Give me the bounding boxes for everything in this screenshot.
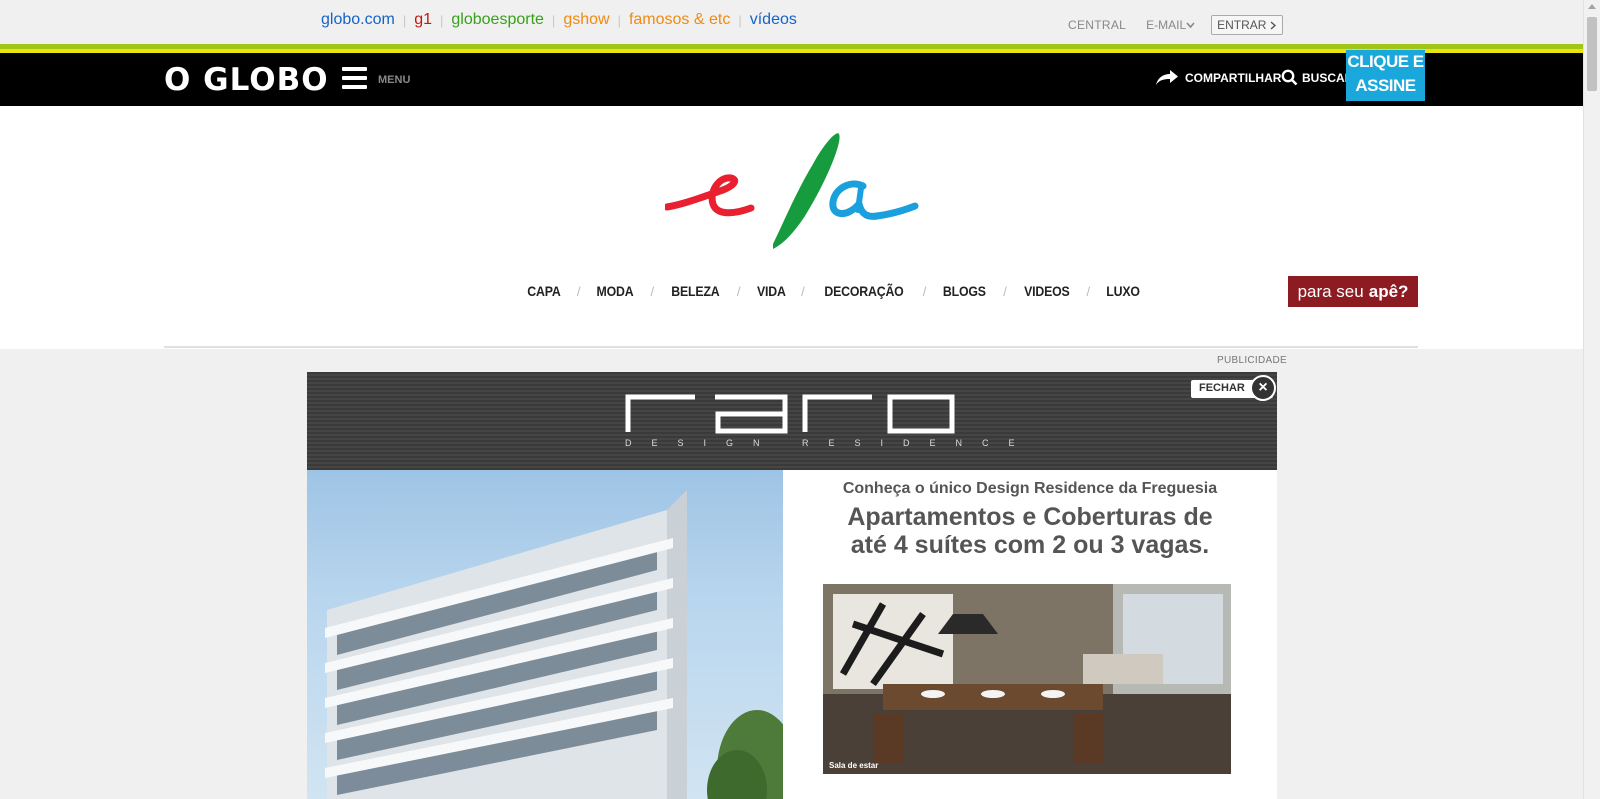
nav-divider: / xyxy=(801,283,805,299)
share-label: COMPARTILHAR xyxy=(1185,70,1282,85)
share-arrow-icon xyxy=(1156,70,1178,85)
nav-divider: / xyxy=(650,283,655,299)
link-famosos[interactable]: famosos & etc xyxy=(629,11,730,29)
nav-vida[interactable]: VIDA xyxy=(756,283,785,299)
separator: | xyxy=(617,12,621,28)
account-links: CENTRAL E-MAIL ENTRAR xyxy=(1068,15,1284,35)
nav-decoracao[interactable]: DECORAÇÃO xyxy=(824,283,903,299)
ad-headline-line-2: até 4 suítes com 2 ou 3 vagas. xyxy=(850,531,1210,559)
ad-headline: Apartamentos e Coberturas de até 4 suíte… xyxy=(783,503,1277,559)
ad-copy-area: Conheça o único Design Residence da Freg… xyxy=(783,470,1277,799)
nav-divider: / xyxy=(576,283,581,299)
separator: | xyxy=(440,12,444,28)
building-illustration xyxy=(325,490,783,799)
raro-subtitle: DESIGN RESIDENCE xyxy=(625,438,1035,448)
chevron-down-icon xyxy=(1186,21,1195,28)
link-globo-com[interactable]: globo.com xyxy=(321,11,395,29)
living-room-photo: Sala de estar xyxy=(823,584,1231,774)
living-room-illustration xyxy=(823,584,1231,774)
separator: | xyxy=(402,12,407,28)
scroll-thumb[interactable] xyxy=(1587,17,1597,91)
nav-luxo[interactable]: LUXO xyxy=(1106,283,1140,299)
subscribe-button[interactable]: CLIQUE E ASSINE xyxy=(1346,50,1425,101)
photo-caption: Sala de estar xyxy=(829,761,879,770)
link-gshow[interactable]: gshow xyxy=(563,11,609,29)
main-header: O GLOBO MENU COMPARTILHAR BUSCAR CLIQUE … xyxy=(0,50,1583,106)
nav-capa[interactable]: CAPA xyxy=(527,283,560,299)
share-button[interactable]: COMPARTILHAR xyxy=(1155,69,1281,86)
network-links: globo.com | g1 | globoesporte | gshow | … xyxy=(321,11,797,29)
search-button[interactable]: BUSCAR xyxy=(1281,69,1353,86)
scroll-up-arrow-icon[interactable] xyxy=(1588,4,1596,9)
separator: | xyxy=(738,12,742,28)
link-videos[interactable]: vídeos xyxy=(750,11,797,29)
vertical-scrollbar[interactable] xyxy=(1583,0,1600,799)
separator: | xyxy=(551,12,556,28)
nav-divider-line xyxy=(164,346,1418,348)
menu-label[interactable]: MENU xyxy=(378,74,410,86)
nav-videos[interactable]: VIDEOS xyxy=(1024,283,1070,299)
login-button[interactable]: ENTRAR xyxy=(1211,15,1284,35)
ad-headline-line-1: Apartamentos e Coberturas de xyxy=(847,503,1213,531)
subscribe-line-2: ASSINE xyxy=(1355,76,1416,95)
nav-divider: / xyxy=(1086,283,1091,299)
chevron-right-icon xyxy=(1271,20,1277,30)
o-globo-logo[interactable]: O GLOBO xyxy=(164,62,329,98)
nav-divider: / xyxy=(922,283,927,299)
email-label: E-MAIL xyxy=(1146,18,1187,32)
subscribe-line-1: CLIQUE E xyxy=(1347,52,1424,71)
search-icon xyxy=(1281,69,1298,86)
nav-divider: / xyxy=(736,283,741,299)
ad-subtitle: Conheça o único Design Residence da Freg… xyxy=(842,480,1218,497)
globo-network-bar: globo.com | g1 | globoesporte | gshow | … xyxy=(0,0,1583,44)
ad-header: DESIGN RESIDENCE FECHAR × xyxy=(307,372,1277,470)
building-image xyxy=(307,470,783,799)
advertising-label: PUBLICIDADE xyxy=(1217,355,1287,366)
close-icon[interactable]: × xyxy=(1250,375,1276,401)
login-label: ENTRAR xyxy=(1217,18,1267,32)
para-seu-ape-banner[interactable]: para seu apê? xyxy=(1288,276,1418,307)
advertisement-banner[interactable]: DESIGN RESIDENCE FECHAR × Conheça o únic… xyxy=(307,372,1277,799)
section-nav: CAPA / MODA / BELEZA / VIDA / DECORAÇÃO … xyxy=(525,283,1142,299)
badge-text: para seu xyxy=(1297,281,1364,301)
hamburger-icon[interactable] xyxy=(342,67,367,89)
badge-bold-text: apê? xyxy=(1368,281,1409,301)
nav-moda[interactable]: MODA xyxy=(597,283,634,299)
ela-logo[interactable] xyxy=(665,124,921,254)
raro-logo xyxy=(625,394,955,434)
nav-divider: / xyxy=(1003,283,1007,299)
central-link[interactable]: CENTRAL xyxy=(1068,18,1126,32)
nav-beleza[interactable]: BELEZA xyxy=(671,283,719,299)
email-dropdown[interactable]: E-MAIL xyxy=(1146,18,1195,32)
nav-blogs[interactable]: BLOGS xyxy=(943,283,986,299)
section-header: CAPA / MODA / BELEZA / VIDA / DECORAÇÃO … xyxy=(0,106,1583,349)
link-g1[interactable]: g1 xyxy=(414,11,432,29)
link-globoesporte[interactable]: globoesporte xyxy=(451,11,544,29)
